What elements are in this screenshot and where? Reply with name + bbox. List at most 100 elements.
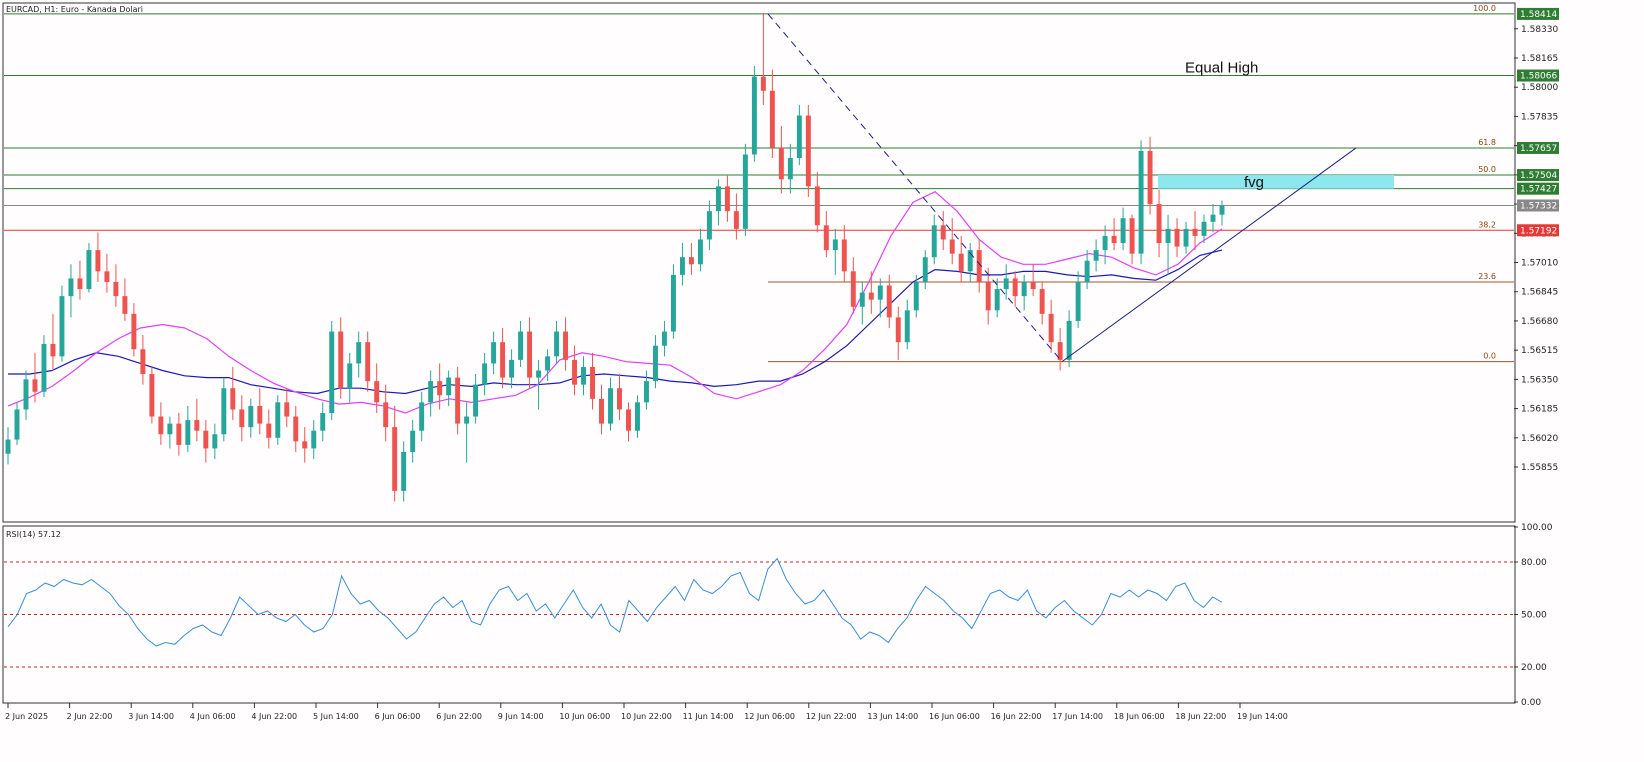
candle-body xyxy=(401,451,407,491)
candle-body xyxy=(563,331,569,360)
time-tick-label: 10 Jun 06:00 xyxy=(559,712,610,721)
rsi-tick-label: 50.00 xyxy=(1521,611,1547,621)
candle-body xyxy=(1156,204,1162,244)
candle-body xyxy=(329,331,335,413)
candle-body xyxy=(446,377,452,396)
candle-body xyxy=(814,186,820,226)
rsi-tick-label: 100.00 xyxy=(1521,523,1553,533)
candle-body xyxy=(536,370,542,378)
candle-body xyxy=(1111,235,1117,244)
time-tick-label: 6 Jun 06:00 xyxy=(375,712,421,721)
time-tick-label: 19 Jun 14:00 xyxy=(1237,712,1288,721)
candle-body xyxy=(68,278,74,297)
price-tick-label: 1.55855 xyxy=(1521,463,1558,473)
candle-body xyxy=(805,115,811,187)
candle-body xyxy=(1129,218,1135,254)
candle-body xyxy=(95,250,101,272)
chart-canvas[interactable]: EURCAD, H1: Euro - Kanada Dolari RSI(14)… xyxy=(0,0,1644,762)
candle-body xyxy=(428,381,434,403)
candle-body xyxy=(1039,289,1045,314)
time-tick-label: 5 Jun 14:00 xyxy=(313,712,359,721)
price-pane[interactable] xyxy=(2,2,1516,523)
time-axis: 2 Jun 2025 2 Jun 22:00 3 Jun 14:00 4 Jun 06… xyxy=(5,703,1288,721)
price-tick-label: 1.56515 xyxy=(1521,346,1558,356)
chart-window[interactable]: EURCAD, H1: Euro - Kanada Dolari RSI(14)… xyxy=(0,0,1644,762)
time-tick-label: 2 Jun 22:00 xyxy=(67,712,113,721)
candle-body xyxy=(437,381,443,396)
candle-body xyxy=(455,377,461,424)
candle-body xyxy=(626,409,631,431)
candle-body xyxy=(715,186,721,212)
candle-body xyxy=(1048,313,1054,343)
candle-body xyxy=(1174,228,1180,247)
candle-body xyxy=(769,90,775,148)
candle-body xyxy=(23,379,29,410)
candle-body xyxy=(1120,218,1126,244)
candle-body xyxy=(194,420,200,431)
candle-body xyxy=(113,281,119,297)
candle-body xyxy=(554,331,560,357)
rsi-title: RSI(14) 57.12 xyxy=(6,530,61,539)
candle-body xyxy=(985,281,991,311)
candle-body xyxy=(796,115,802,159)
candle-body xyxy=(32,379,38,392)
candle-body xyxy=(1030,281,1036,290)
candle-body xyxy=(1102,235,1108,251)
candle-body xyxy=(922,257,928,282)
fib-level-label: 0.0 xyxy=(1483,352,1496,361)
candle-body xyxy=(679,257,685,275)
time-tick-label: 18 Jun 22:00 xyxy=(1175,712,1226,721)
candle-body xyxy=(1066,320,1072,360)
price-tick-label: 1.56680 xyxy=(1521,317,1558,327)
candle-body xyxy=(688,257,694,265)
candle-body xyxy=(185,420,191,445)
candle-body xyxy=(77,278,83,290)
time-tick-label: 16 Jun 06:00 xyxy=(929,712,980,721)
equal-high-label: Equal High xyxy=(1185,60,1258,77)
time-tick-label: 6 Jun 22:00 xyxy=(436,712,482,721)
candle-body xyxy=(635,402,640,431)
candle-body xyxy=(545,356,551,371)
candle-body xyxy=(410,430,416,452)
candle-body xyxy=(275,402,281,438)
candle-body xyxy=(356,342,362,364)
price-tick-label: 1.58165 xyxy=(1521,54,1558,64)
candle-body xyxy=(958,253,964,272)
time-tick-label: 4 Jun 22:00 xyxy=(251,712,297,721)
candle-body xyxy=(599,398,604,424)
candle-body xyxy=(724,186,730,212)
candle-body xyxy=(1183,228,1189,247)
candle-body xyxy=(230,388,236,410)
candle-body xyxy=(158,416,164,435)
candle-body xyxy=(1075,281,1081,321)
candle-body xyxy=(940,225,946,240)
candle-body xyxy=(473,384,479,417)
candle-body xyxy=(1012,278,1018,297)
time-tick-label: 17 Jun 14:00 xyxy=(1052,712,1103,721)
time-tick-label: 10 Jun 22:00 xyxy=(621,712,672,721)
candle-body xyxy=(931,225,937,258)
candle-body xyxy=(832,239,838,251)
time-tick-label: 2 Jun 2025 xyxy=(5,712,48,721)
fib-level-label: 100.0 xyxy=(1473,4,1496,13)
time-tick-label: 3 Jun 14:00 xyxy=(128,712,174,721)
candle-body xyxy=(500,342,506,378)
candle-body xyxy=(167,423,173,435)
candle-body xyxy=(787,158,793,180)
candle-body xyxy=(284,402,290,417)
level-price-label: 1.58066 xyxy=(1520,72,1557,82)
candle-body xyxy=(886,285,892,318)
candle-body xyxy=(994,289,1000,311)
candle-body xyxy=(1003,278,1009,290)
level-price-label: 1.57427 xyxy=(1520,185,1557,195)
price-tick-label: 1.56350 xyxy=(1521,375,1558,385)
candle-body xyxy=(1192,228,1198,236)
time-tick-label: 9 Jun 14:00 xyxy=(498,712,544,721)
time-tick-label: 13 Jun 14:00 xyxy=(867,712,918,721)
time-tick-label: 12 Jun 06:00 xyxy=(744,712,795,721)
fib-level-label: 23.6 xyxy=(1478,272,1496,281)
candle-body xyxy=(5,439,11,454)
candle-body xyxy=(661,331,667,346)
level-price-label: 1.58414 xyxy=(1520,10,1557,20)
time-tick-label: 18 Jun 06:00 xyxy=(1114,712,1165,721)
